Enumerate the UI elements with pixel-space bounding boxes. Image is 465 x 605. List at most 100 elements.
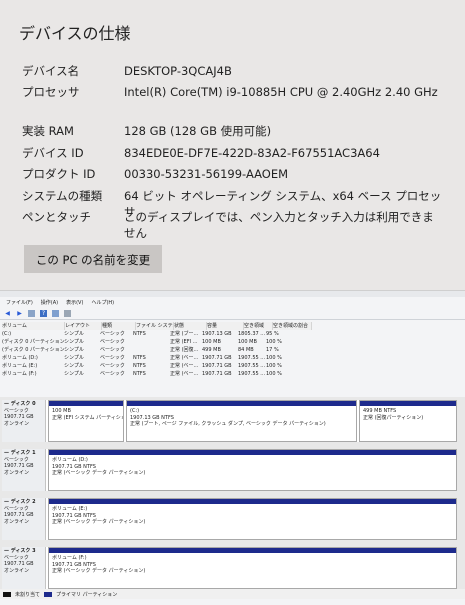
back-arrow-icon[interactable]: ◀ [4,310,11,317]
table-cell: シンプル [64,355,84,361]
spec-label: 実装 RAM [22,124,74,138]
table-cell: 499 MB [202,347,221,353]
table-cell: ベーシック [100,331,125,337]
toolbar: ◀ ▶ ? [0,307,465,320]
menu-help[interactable]: ヘルプ(H) [91,299,114,306]
partition-status: 正常 (ベーシック データ パーティション) [52,568,146,574]
column-header[interactable]: 空き領域の割合 [273,322,312,330]
disk-row[interactable]: — ディスク 1 ベーシック 1907.71 GB オンライン ボリューム (D:) 19… [2,449,457,491]
column-header[interactable]: 空き領域 [244,322,273,330]
menu-file[interactable]: ファイル(F) [6,299,33,306]
column-header[interactable]: 状態 [174,322,207,330]
spec-value: Intel(R) Core(TM) i9-10885H CPU @ 2.40GH… [124,85,438,99]
column-header[interactable]: ボリューム [2,322,65,330]
table-cell: 100 % [266,371,282,377]
partition[interactable]: ボリューム (D:) 1907.71 GB NTFS 正常 (ベーシック データ パ… [48,449,457,491]
refresh-icon[interactable] [52,309,59,317]
partition[interactable]: 100 MB正常 (EFI システム パーティション) [48,400,124,442]
table-header: ボリューム レイアウト 種類 ファイル システム 状態 容量 空き領域 空き領域… [2,322,342,330]
table-cell: 100 % [266,355,282,361]
table-row[interactable]: (ディスク 0 パーティション 1)シンプル ベーシック 正常 (EFI ... 10… [2,338,342,346]
column-header[interactable]: ファイル システム [136,322,174,330]
table-row[interactable]: ボリューム (D:) シンプル ベーシック NTFS 正常 (ベー... 1907.71 … [2,354,342,362]
settings-icon[interactable] [64,309,71,317]
disk-status: オンライン [4,469,30,476]
partition-text: (C:) 1907.13 GB NTFS 正常 (ブート, ページ ファイル, クラ… [127,406,356,430]
menu-bar: ファイル(F) 操作(A) 表示(V) ヘルプ(H) [0,297,465,307]
table-cell: シンプル [64,347,84,353]
disk-status: オンライン [4,567,30,574]
table-cell: ボリューム (E:) [2,363,38,369]
spec-label: デバイス名 [22,64,80,78]
table-cell: (ディスク 0 パーティション 4) [2,347,64,353]
column-header[interactable]: 容量 [207,322,244,330]
table-cell: ベーシック [100,355,125,361]
table-cell: 100 MB [202,339,221,345]
spec-label: デバイス ID [22,146,84,160]
help-icon[interactable]: ? [40,309,47,317]
table-cell: ベーシック [100,371,125,377]
table-cell: 1907.71 GB [202,355,232,361]
spec-label: システムの種類 [22,189,103,203]
column-header[interactable]: レイアウト [65,322,102,330]
legend-label: 未割り当て [15,591,41,598]
partition-text: ボリューム (E:) 1907.71 GB NTFS 正常 (ベーシック データ パ… [49,504,456,528]
table-cell: 1907.71 GB [202,363,232,369]
disk-info: — ディスク 0 ベーシック 1907.71 GB オンライン [2,400,46,442]
legend-label: プライマリ パーティション [56,591,118,598]
table-row[interactable]: (ディスク 0 パーティション 4)シンプル ベーシック 正常 (回復...499 … [2,346,342,354]
table-cell: NTFS [133,331,146,337]
table-row[interactable]: ボリューム (E:) シンプル ベーシック NTFS 正常 (ベー... 1907.71 … [2,362,342,370]
spec-value: DESKTOP-3QCAJ4B [124,64,232,78]
table-cell: ベーシック [100,339,125,345]
table-row[interactable]: ボリューム (F:) シンプル ベーシック NTFS 正常 (ベー... 1907.71 … [2,370,342,378]
partition-text: ボリューム (F:) 1907.71 GB NTFS 正常 (ベーシック データ パ… [49,553,456,577]
table-cell: 1907.55 ... [238,363,266,369]
table-cell: ベーシック [100,347,125,353]
disk-status: オンライン [4,518,30,525]
spec-value: このディスプレイでは、ペン入力とタッチ入力は利用できません [124,210,434,240]
spec-label: プロダクト ID [22,167,96,181]
table-cell: 17 % [266,347,279,353]
column-header[interactable]: 種類 [102,322,136,330]
legend-bar: 未割り当て プライマリ パーティション [0,589,465,599]
table-cell: NTFS [133,355,146,361]
partition-status: 正常 (EFI システム パーティション) [52,414,123,421]
disk-info: — ディスク 3 ベーシック 1907.71 GB オンライン [2,547,46,589]
partition-status: 正常 (ベーシック データ パーティション) [52,519,146,525]
disk-row[interactable]: — ディスク 3 ベーシック 1907.71 GB オンライン ボリューム (F:) 19… [2,547,457,589]
table-cell: (C:) [2,331,12,337]
legend-swatch [3,591,11,597]
table-cell: ボリューム (D:) [2,355,38,361]
menu-action[interactable]: 操作(A) [41,299,58,306]
table-cell: 正常 (ベー... [170,355,199,361]
partition[interactable]: ボリューム (E:) 1907.71 GB NTFS 正常 (ベーシック データ パ… [48,498,457,540]
table-cell: シンプル [64,331,84,337]
table-cell: 84 MB [238,347,254,353]
spec-value: 834EDE0E-DF7E-422D-83A2-F67551AC3A64 [124,146,380,160]
disk-row[interactable]: — ディスク 2 ベーシック 1907.71 GB オンライン ボリューム (E:) 19… [2,498,457,540]
partition[interactable]: (C:) 1907.13 GB NTFS 正常 (ブート, ページ ファイル, クラ… [126,400,357,442]
partition[interactable]: ボリューム (F:) 1907.71 GB NTFS 正常 (ベーシック データ パ… [48,547,457,589]
partition-text: ボリューム (D:) 1907.71 GB NTFS 正常 (ベーシック データ パ… [49,455,456,479]
rename-pc-button[interactable]: この PC の名前を変更 [24,245,162,273]
properties-icon[interactable] [28,309,35,317]
table-body: (C:) シンプル ベーシック NTFS 正常 (ブー... 1907.13 GB 1805… [2,330,342,378]
table-cell: シンプル [64,371,84,377]
table-cell [133,346,170,354]
table-row[interactable]: (C:) シンプル ベーシック NTFS 正常 (ブー... 1907.13 GB 1805… [2,330,342,338]
table-cell: 1907.55 ... [238,371,266,377]
table-cell: ベーシック [100,363,125,369]
menu-view[interactable]: 表示(V) [66,299,83,306]
disk-row[interactable]: — ディスク 0 ベーシック 1907.71 GB オンライン 100 MB 正常 (EF… [2,400,457,442]
spec-label: プロセッサ [22,85,80,99]
disk-info: — ディスク 2 ベーシック 1907.71 GB オンライン [2,498,46,540]
table-cell [133,338,170,346]
partition-status: 正常 (ブート, ページ ファイル, クラッシュ ダンプ, ベーシック データ … [130,421,326,427]
table-cell: NTFS [133,363,146,369]
spec-label: ペンとタッチ [22,210,91,224]
partition[interactable]: 499 MB NTFS 正常 (回復パーティション) [359,400,457,442]
table-cell: 正常 (ベー... [170,371,199,377]
table-cell: 1907.13 GB [202,331,232,337]
forward-arrow-icon[interactable]: ▶ [16,310,23,317]
